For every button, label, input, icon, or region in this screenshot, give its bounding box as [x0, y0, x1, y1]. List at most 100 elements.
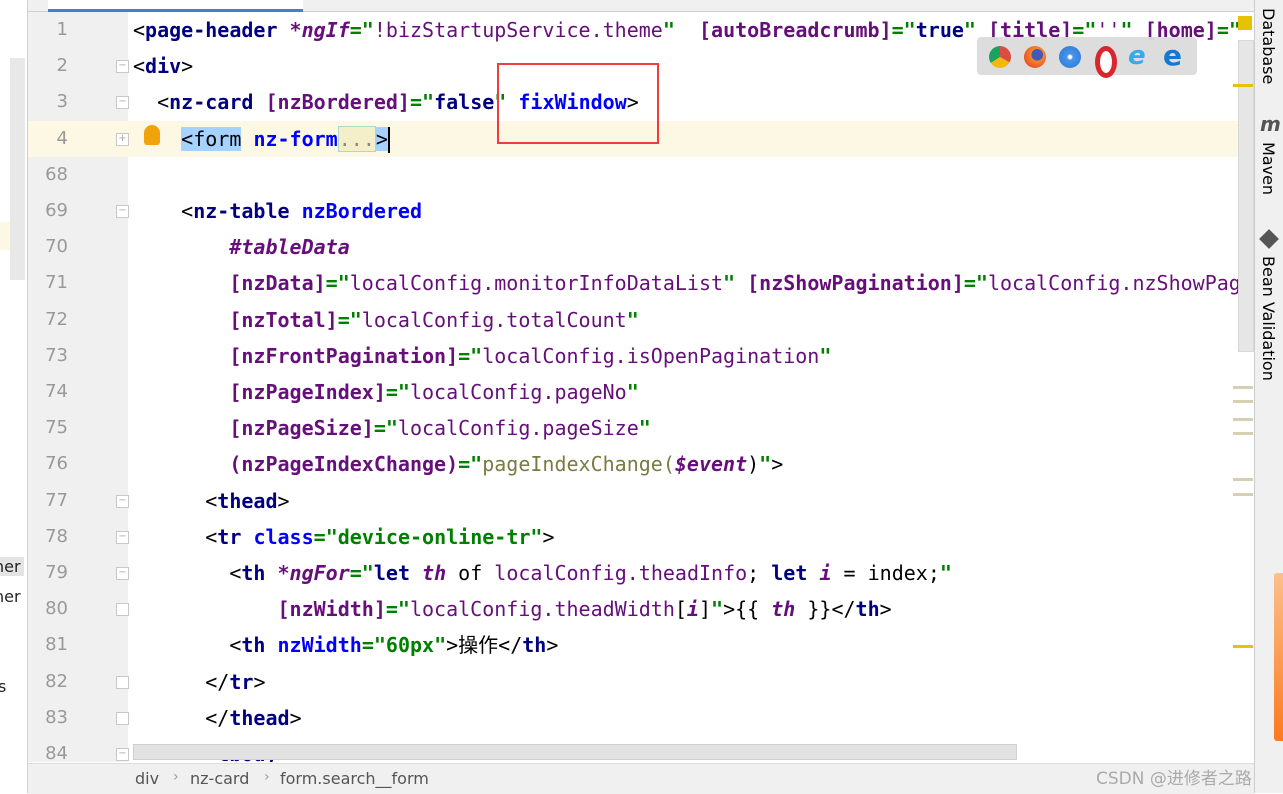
firefox-icon[interactable] [1024, 46, 1046, 68]
usage-marker[interactable] [1233, 400, 1253, 403]
usage-marker[interactable] [1233, 478, 1253, 481]
breadcrumb-item[interactable]: nz-card [190, 769, 249, 788]
code-line[interactable]: [nzPageSize]="localConfig.pageSize" [128, 410, 1238, 446]
fold-collapse-icon[interactable]: − [116, 205, 129, 218]
fold-collapse-icon[interactable]: − [116, 60, 129, 74]
usage-marker[interactable] [1233, 418, 1253, 421]
code-line[interactable]: </tr> [128, 664, 1238, 700]
fold-collapse-icon[interactable] [116, 603, 129, 617]
fold-collapse-icon[interactable]: − [116, 567, 129, 580]
code-line[interactable]: <form nz-form...> [128, 120, 1238, 157]
code-line[interactable]: <tr class="device-online-tr"> [128, 519, 1238, 555]
code-text[interactable]: <form nz-form...> [133, 121, 390, 157]
fold-collapse-icon[interactable]: − [116, 96, 129, 110]
lightbulb-icon[interactable] [144, 124, 160, 145]
code-line[interactable]: [nzFrontPagination]="localConfig.isOpenP… [128, 338, 1238, 374]
code-token: pageIndexChange( [482, 452, 675, 477]
code-editor[interactable]: <page-header *ngIf="!bizStartupService.t… [128, 12, 1238, 762]
code-text[interactable]: </thead> [133, 700, 301, 736]
breadcrumb-item[interactable]: div [135, 769, 159, 788]
code-line[interactable]: <th *ngFor="let th of localConfig.theadI… [128, 555, 1238, 591]
tab-active[interactable] [48, 0, 303, 12]
warning-marker[interactable] [1233, 645, 1253, 648]
code-line[interactable] [128, 157, 1238, 193]
fold-collapse-icon[interactable] [116, 675, 129, 689]
code-text[interactable]: #tableData [133, 229, 349, 265]
code-token: < [181, 199, 194, 223]
code-line[interactable]: <nz-table nzBordered [128, 193, 1238, 229]
code-token: = index; [831, 561, 940, 585]
tool-window-bean-validation[interactable]: Bean Validation [1259, 256, 1278, 381]
chrome-icon[interactable] [989, 46, 1011, 68]
code-text[interactable]: <tr class="device-online-tr"> [133, 519, 554, 555]
code-text[interactable]: [nzData]="localConfig.monitorInfoDataLis… [133, 265, 1238, 301]
code-token: $event [674, 452, 748, 477]
code-line[interactable]: <thead> [128, 483, 1238, 519]
code-text[interactable]: <nz-table nzBordered [133, 193, 422, 229]
fold-collapse-icon[interactable]: − [116, 494, 129, 508]
code-text[interactable]: [nzPageSize]="localConfig.pageSize" [133, 410, 651, 446]
code-text[interactable]: [nzTotal]="localConfig.totalCount" [133, 302, 639, 338]
code-line[interactable]: <th nzWidth="60px">操作</th> [128, 627, 1238, 663]
code-token: </ [205, 669, 230, 694]
code-token: [ [674, 597, 687, 622]
code-line[interactable]: [nzData]="localConfig.monitorInfoDataLis… [128, 265, 1238, 301]
code-line[interactable]: (nzPageIndexChange)="pageIndexChange($ev… [128, 446, 1238, 482]
line-number: 83 [45, 706, 68, 728]
edge-icon[interactable]: e [1163, 42, 1187, 70]
code-line[interactable]: #tableData [128, 229, 1238, 265]
warning-marker[interactable] [1233, 84, 1253, 87]
code-token: th [241, 633, 266, 658]
tool-window-maven[interactable]: Maven [1259, 142, 1278, 195]
code-token: div [145, 54, 182, 79]
code-text[interactable]: [nzPageIndex]="localConfig.pageNo" [133, 374, 638, 410]
code-token: localConfig.monitorInfoDataList [349, 271, 724, 296]
code-text[interactable]: <thead> [133, 483, 289, 519]
code-token: " [723, 271, 736, 296]
breadcrumb-item[interactable]: form.search__form [280, 769, 429, 788]
fold-collapse-icon[interactable]: − [116, 748, 129, 761]
code-text[interactable]: <th *ngFor="let th of localConfig.theadI… [133, 555, 952, 591]
code-token: <form [181, 126, 242, 151]
safari-icon[interactable] [1059, 46, 1081, 68]
fold-expand-icon[interactable]: + [116, 132, 129, 146]
fold-collapse-icon[interactable] [116, 711, 129, 725]
usage-marker[interactable] [1233, 386, 1253, 389]
floating-widget[interactable] [1274, 573, 1283, 741]
ie-icon[interactable]: e [1128, 43, 1152, 69]
code-text[interactable]: [nzWidth]="localConfig.theadWidth[i]">{{… [133, 591, 892, 627]
inspection-status-icon[interactable] [1238, 16, 1252, 30]
code-token: " [626, 307, 639, 332]
usage-marker[interactable] [1233, 432, 1253, 435]
code-line[interactable]: [nzPageIndex]="localConfig.pageNo" [128, 374, 1238, 410]
code-line[interactable]: [nzWidth]="localConfig.theadWidth[i]">{{… [128, 591, 1238, 627]
horizontal-scrollbar[interactable] [133, 744, 1017, 760]
code-line[interactable]: </thead> [128, 700, 1238, 736]
panel-scrollbar[interactable] [10, 58, 25, 280]
code-text[interactable]: </tr> [133, 664, 265, 700]
usage-marker[interactable] [1233, 493, 1253, 496]
code-token: =" [349, 561, 374, 585]
opera-icon[interactable] [1095, 46, 1117, 78]
code-text[interactable]: <div> [133, 48, 193, 84]
fold-collapse-icon[interactable]: − [116, 530, 129, 544]
code-token: !bizStartupService.theme [373, 18, 663, 42]
code-line[interactable]: [nzTotal]="localConfig.totalCount" [128, 302, 1238, 338]
code-token: ) [747, 452, 760, 477]
panel-item-fragment[interactable]: s [0, 677, 6, 696]
code-text[interactable]: (nzPageIndexChange)="pageIndexChange($ev… [133, 446, 783, 482]
code-text[interactable]: <th nzWidth="60px">操作</th> [133, 627, 558, 663]
code-token: " [638, 416, 651, 441]
code-text[interactable]: [nzFrontPagination]="localConfig.isOpenP… [133, 338, 831, 374]
tool-window-database[interactable]: Database [1259, 8, 1278, 84]
panel-item-fragment[interactable]: ner [0, 587, 21, 606]
panel-item-fragment[interactable]: ner [0, 557, 24, 576]
line-number: 69 [45, 200, 68, 221]
code-token: th [522, 633, 547, 658]
code-line[interactable]: <nz-card [nzBordered]="false" fixWindow> [128, 84, 1238, 120]
browser-preview-popup: e e [977, 37, 1197, 78]
